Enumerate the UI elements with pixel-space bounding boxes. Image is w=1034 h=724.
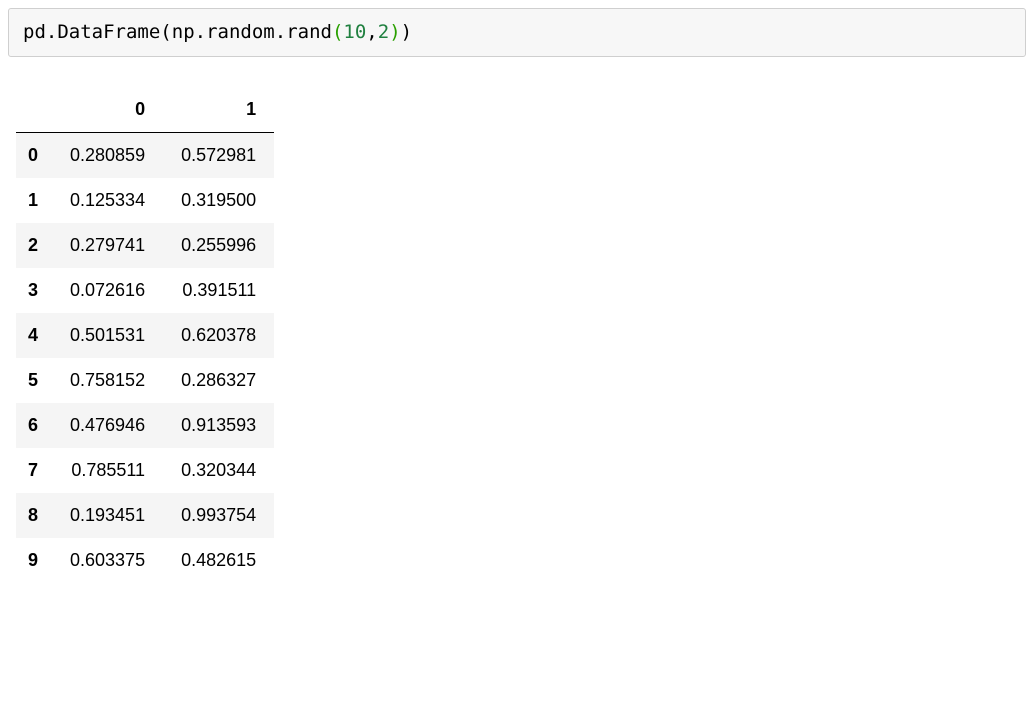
- table-cell: 0.125334: [52, 178, 163, 223]
- table-cell: 0.286327: [163, 358, 274, 403]
- row-index: 7: [16, 448, 52, 493]
- table-cell: 0.319500: [163, 178, 274, 223]
- table-row: 0 0.280859 0.572981: [16, 132, 274, 178]
- code-token: (: [160, 21, 171, 43]
- code-token: 10: [343, 21, 366, 43]
- table-cell: 0.255996: [163, 223, 274, 268]
- table-cell: 0.482615: [163, 538, 274, 583]
- code-token: rand: [286, 21, 332, 43]
- table-row: 9 0.603375 0.482615: [16, 538, 274, 583]
- table-cell: 0.785511: [52, 448, 163, 493]
- table-row: 5 0.758152 0.286327: [16, 358, 274, 403]
- row-index: 4: [16, 313, 52, 358]
- table-cell: 0.476946: [52, 403, 163, 448]
- column-header: 1: [163, 87, 274, 133]
- table-row: 6 0.476946 0.913593: [16, 403, 274, 448]
- row-index: 5: [16, 358, 52, 403]
- row-index: 9: [16, 538, 52, 583]
- output-area: 0 1 0 0.280859 0.572981 1 0.125334 0.319…: [16, 87, 1026, 583]
- table-cell: 0.993754: [163, 493, 274, 538]
- code-token: (: [332, 21, 343, 43]
- code-token: .: [46, 21, 57, 43]
- table-cell: 0.758152: [52, 358, 163, 403]
- table-row: 2 0.279741 0.255996: [16, 223, 274, 268]
- code-token: 2: [378, 21, 389, 43]
- code-token: ): [401, 21, 412, 43]
- row-index: 2: [16, 223, 52, 268]
- column-header: 0: [52, 87, 163, 133]
- table-cell: 0.572981: [163, 132, 274, 178]
- code-token: np: [172, 21, 195, 43]
- table-cell: 0.193451: [52, 493, 163, 538]
- code-token: ): [389, 21, 400, 43]
- code-token: pd: [23, 21, 46, 43]
- table-header-row: 0 1: [16, 87, 274, 133]
- row-index: 3: [16, 268, 52, 313]
- table-cell: 0.072616: [52, 268, 163, 313]
- table-cell: 0.279741: [52, 223, 163, 268]
- row-index: 1: [16, 178, 52, 223]
- table-cell: 0.620378: [163, 313, 274, 358]
- code-token: .: [275, 21, 286, 43]
- code-input-cell[interactable]: pd.DataFrame(np.random.rand(10,2)): [8, 8, 1026, 57]
- table-cell: 0.913593: [163, 403, 274, 448]
- row-index: 8: [16, 493, 52, 538]
- code-token: .: [195, 21, 206, 43]
- table-row: 4 0.501531 0.620378: [16, 313, 274, 358]
- row-index: 0: [16, 132, 52, 178]
- table-row: 8 0.193451 0.993754: [16, 493, 274, 538]
- table-row: 7 0.785511 0.320344: [16, 448, 274, 493]
- table-row: 1 0.125334 0.319500: [16, 178, 274, 223]
- table-corner-cell: [16, 87, 52, 133]
- table-row: 3 0.072616 0.391511: [16, 268, 274, 313]
- code-token: ,: [366, 21, 377, 43]
- table-cell: 0.280859: [52, 132, 163, 178]
- dataframe-table: 0 1 0 0.280859 0.572981 1 0.125334 0.319…: [16, 87, 274, 583]
- table-cell: 0.603375: [52, 538, 163, 583]
- code-token: random: [206, 21, 275, 43]
- table-cell: 0.391511: [163, 268, 274, 313]
- code-token: DataFrame: [57, 21, 160, 43]
- table-cell: 0.320344: [163, 448, 274, 493]
- row-index: 6: [16, 403, 52, 448]
- table-cell: 0.501531: [52, 313, 163, 358]
